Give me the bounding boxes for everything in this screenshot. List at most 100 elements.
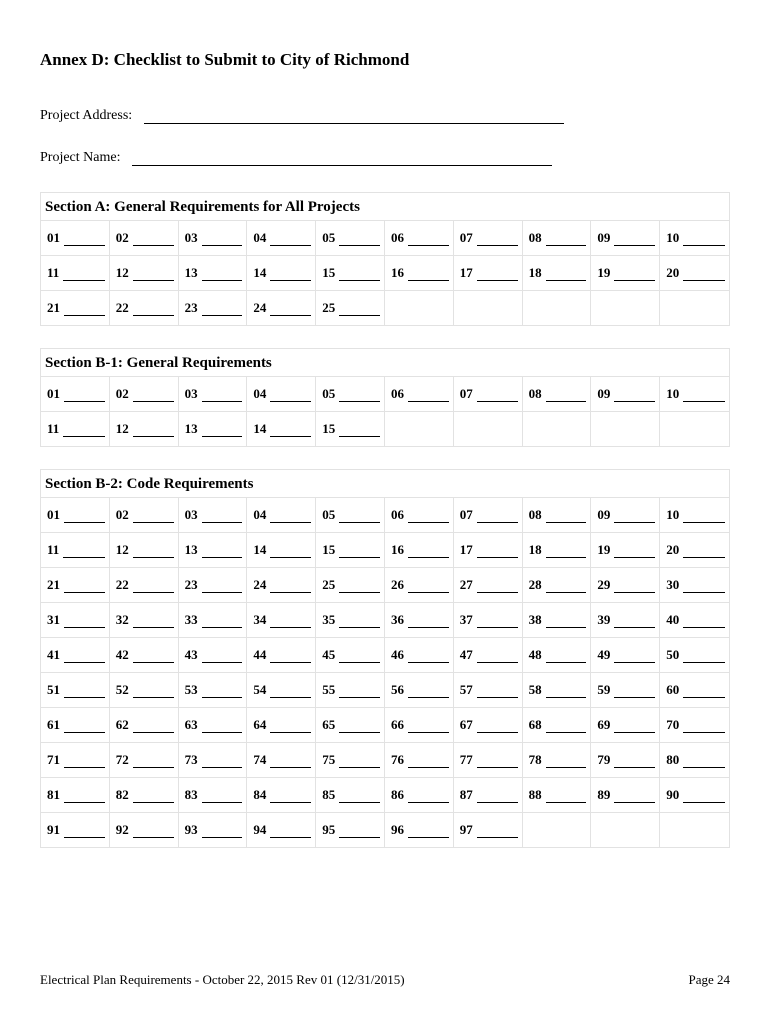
checklist-blank[interactable] <box>133 548 174 558</box>
checklist-blank[interactable] <box>202 653 243 663</box>
checklist-blank[interactable] <box>270 653 311 663</box>
checklist-blank[interactable] <box>339 723 380 733</box>
checklist-blank[interactable] <box>64 688 105 698</box>
checklist-blank[interactable] <box>683 618 725 628</box>
checklist-blank[interactable] <box>477 548 518 558</box>
checklist-blank[interactable] <box>408 548 449 558</box>
checklist-blank[interactable] <box>133 828 174 838</box>
checklist-blank[interactable] <box>683 583 725 593</box>
checklist-blank[interactable] <box>270 427 311 437</box>
checklist-blank[interactable] <box>133 427 174 437</box>
checklist-blank[interactable] <box>683 513 725 523</box>
checklist-blank[interactable] <box>202 306 243 316</box>
checklist-blank[interactable] <box>477 723 518 733</box>
checklist-blank[interactable] <box>477 653 518 663</box>
checklist-blank[interactable] <box>339 271 380 281</box>
checklist-blank[interactable] <box>202 392 243 402</box>
checklist-blank[interactable] <box>63 271 105 281</box>
checklist-blank[interactable] <box>133 688 174 698</box>
checklist-blank[interactable] <box>614 688 655 698</box>
checklist-blank[interactable] <box>339 236 380 246</box>
checklist-blank[interactable] <box>546 793 587 803</box>
checklist-blank[interactable] <box>477 513 518 523</box>
checklist-blank[interactable] <box>64 513 105 523</box>
checklist-blank[interactable] <box>202 688 243 698</box>
checklist-blank[interactable] <box>339 688 380 698</box>
checklist-blank[interactable] <box>133 618 174 628</box>
checklist-blank[interactable] <box>202 513 243 523</box>
checklist-blank[interactable] <box>546 758 587 768</box>
checklist-blank[interactable] <box>64 306 105 316</box>
checklist-blank[interactable] <box>546 513 587 523</box>
checklist-blank[interactable] <box>477 828 518 838</box>
checklist-blank[interactable] <box>614 653 655 663</box>
checklist-blank[interactable] <box>614 723 655 733</box>
checklist-blank[interactable] <box>546 583 587 593</box>
checklist-blank[interactable] <box>477 392 518 402</box>
checklist-blank[interactable] <box>133 723 174 733</box>
checklist-blank[interactable] <box>133 392 174 402</box>
checklist-blank[interactable] <box>64 758 105 768</box>
checklist-blank[interactable] <box>270 583 311 593</box>
checklist-blank[interactable] <box>202 758 243 768</box>
checklist-blank[interactable] <box>683 271 725 281</box>
checklist-blank[interactable] <box>339 513 380 523</box>
checklist-blank[interactable] <box>408 653 449 663</box>
checklist-blank[interactable] <box>133 653 174 663</box>
checklist-blank[interactable] <box>683 236 725 246</box>
checklist-blank[interactable] <box>408 271 449 281</box>
checklist-blank[interactable] <box>339 306 380 316</box>
checklist-blank[interactable] <box>614 618 655 628</box>
checklist-blank[interactable] <box>408 758 449 768</box>
checklist-blank[interactable] <box>133 271 174 281</box>
checklist-blank[interactable] <box>408 236 449 246</box>
checklist-blank[interactable] <box>270 392 311 402</box>
checklist-blank[interactable] <box>270 513 311 523</box>
checklist-blank[interactable] <box>339 427 380 437</box>
checklist-blank[interactable] <box>270 236 311 246</box>
checklist-blank[interactable] <box>408 828 449 838</box>
checklist-blank[interactable] <box>614 548 655 558</box>
checklist-blank[interactable] <box>339 793 380 803</box>
checklist-blank[interactable] <box>64 723 105 733</box>
checklist-blank[interactable] <box>683 758 725 768</box>
project-address-line[interactable] <box>144 110 564 124</box>
checklist-blank[interactable] <box>477 618 518 628</box>
checklist-blank[interactable] <box>614 583 655 593</box>
checklist-blank[interactable] <box>133 236 174 246</box>
checklist-blank[interactable] <box>477 583 518 593</box>
checklist-blank[interactable] <box>683 723 725 733</box>
checklist-blank[interactable] <box>63 548 105 558</box>
checklist-blank[interactable] <box>683 653 725 663</box>
checklist-blank[interactable] <box>614 236 655 246</box>
checklist-blank[interactable] <box>546 392 587 402</box>
checklist-blank[interactable] <box>270 758 311 768</box>
checklist-blank[interactable] <box>202 793 243 803</box>
checklist-blank[interactable] <box>339 653 380 663</box>
checklist-blank[interactable] <box>202 271 243 281</box>
checklist-blank[interactable] <box>270 306 311 316</box>
checklist-blank[interactable] <box>202 427 243 437</box>
checklist-blank[interactable] <box>202 723 243 733</box>
checklist-blank[interactable] <box>546 236 587 246</box>
checklist-blank[interactable] <box>546 653 587 663</box>
checklist-blank[interactable] <box>339 828 380 838</box>
checklist-blank[interactable] <box>270 618 311 628</box>
checklist-blank[interactable] <box>133 793 174 803</box>
checklist-blank[interactable] <box>614 758 655 768</box>
checklist-blank[interactable] <box>64 793 105 803</box>
checklist-blank[interactable] <box>64 828 105 838</box>
checklist-blank[interactable] <box>614 513 655 523</box>
checklist-blank[interactable] <box>133 306 174 316</box>
checklist-blank[interactable] <box>477 688 518 698</box>
checklist-blank[interactable] <box>683 548 725 558</box>
checklist-blank[interactable] <box>64 618 105 628</box>
checklist-blank[interactable] <box>64 583 105 593</box>
checklist-blank[interactable] <box>546 271 587 281</box>
checklist-blank[interactable] <box>408 583 449 593</box>
checklist-blank[interactable] <box>408 793 449 803</box>
checklist-blank[interactable] <box>477 758 518 768</box>
checklist-blank[interactable] <box>614 392 655 402</box>
checklist-blank[interactable] <box>64 392 105 402</box>
checklist-blank[interactable] <box>408 688 449 698</box>
